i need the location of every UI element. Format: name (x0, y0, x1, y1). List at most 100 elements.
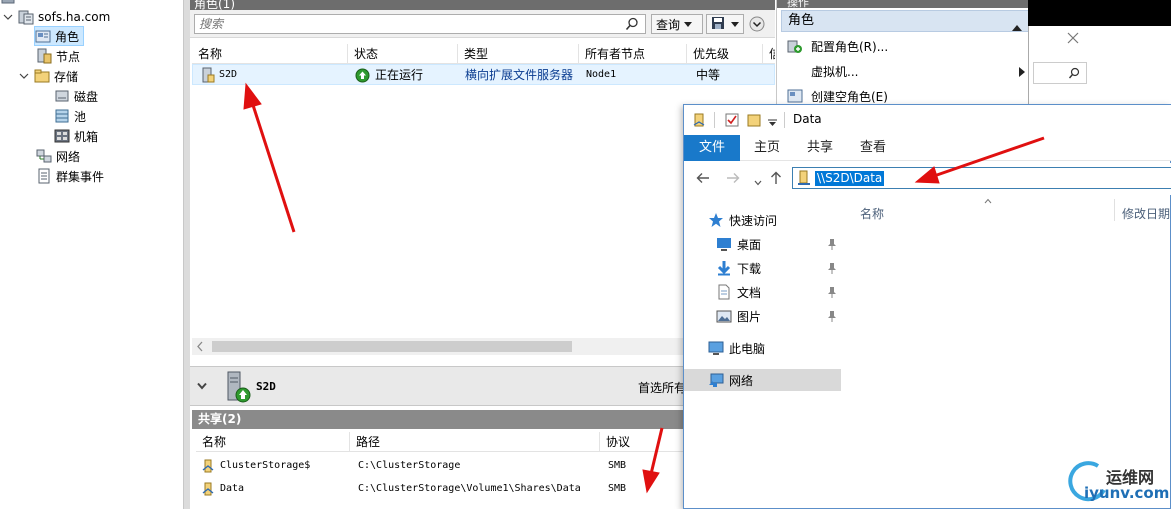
nav-label: 此电脑 (729, 341, 766, 356)
tree-item-enclosures[interactable]: 机箱 (54, 126, 98, 146)
download-arrow-icon (716, 260, 732, 276)
pin-icon[interactable] (827, 286, 837, 298)
tree-item-nodes[interactable]: 节点 (36, 46, 80, 66)
collapse-up-icon[interactable] (1012, 18, 1022, 38)
table-row[interactable]: S2D 正在运行 横向扩展文件服务器 Node1 中等 (192, 64, 775, 85)
tab-file[interactable]: 文件 (684, 135, 740, 161)
tree-item-pools[interactable]: 池 (54, 106, 86, 126)
nav-label: 图片 (737, 309, 762, 324)
column-header-share-protocol[interactable]: 协议 (600, 432, 690, 452)
tree-item-storage[interactable]: 存储 (18, 66, 78, 86)
content-column-headers: 名称 修改日期 (854, 198, 1171, 223)
nav-downloads[interactable]: 下载 (684, 257, 841, 279)
scroll-left-icon[interactable] (196, 341, 204, 355)
action-label: 虚拟机... (811, 64, 859, 79)
nav-network[interactable]: 网络 (684, 369, 841, 391)
share-name: ClusterStorage$ (220, 460, 311, 471)
roles-icon (35, 28, 51, 44)
column-header-name[interactable]: 名称 (192, 44, 348, 64)
tree-item-disks[interactable]: 磁盘 (54, 86, 98, 106)
running-status-icon (355, 68, 370, 86)
search-input[interactable] (195, 15, 615, 33)
configure-role-icon (787, 38, 803, 54)
column-header-info[interactable]: 信 (763, 44, 775, 64)
column-header-share-path[interactable]: 路径 (350, 432, 600, 452)
chevron-down-icon[interactable] (196, 380, 208, 395)
customize-toolbar-icon[interactable] (768, 116, 777, 130)
search-icon[interactable] (625, 17, 639, 31)
forward-arrow-icon[interactable] (726, 172, 740, 187)
recent-locations-chevron-icon[interactable] (754, 175, 762, 189)
up-arrow-icon[interactable] (770, 171, 782, 188)
column-header-status[interactable]: 状态 (348, 44, 458, 64)
tree-item-networks[interactable]: 网络 (36, 146, 80, 166)
column-header-owner-node[interactable]: 所有者节点 (579, 44, 687, 64)
file-server-icon (201, 67, 215, 86)
actions-group-roles[interactable]: 角色 (781, 10, 1029, 32)
chevron-down-icon[interactable] (2, 11, 14, 23)
nav-quick-access[interactable]: 快速访问 (684, 209, 841, 231)
properties-icon[interactable] (724, 112, 740, 131)
tree-item-label: 角色 (55, 29, 80, 44)
tree-item-label: 节点 (56, 49, 81, 64)
titlebar-separator (784, 112, 785, 128)
titlebar-separator (714, 112, 715, 128)
actions-group-label: 角色 (788, 13, 815, 28)
tree-item-cluster-events[interactable]: 群集事件 (36, 166, 104, 186)
file-explorer-window: Data 文件 主页 共享 查看 \\S2D\Data 快速访问 桌面 下载 文… (683, 104, 1171, 509)
tree-item-label: 网络 (56, 149, 81, 164)
column-divider[interactable] (1114, 199, 1115, 221)
tab-home[interactable]: 主页 (754, 135, 780, 161)
tree-item-label: 群集事件 (56, 169, 105, 184)
tab-view[interactable]: 查看 (860, 135, 886, 161)
query-dropdown-button[interactable]: 查询 (651, 14, 703, 34)
close-icon[interactable] (1067, 32, 1079, 47)
folder-share-icon (692, 112, 708, 131)
nav-documents[interactable]: 文档 (684, 281, 841, 303)
nav-label: 网络 (729, 373, 754, 388)
tree-item-root[interactable]: sofs.ha.com (2, 7, 110, 27)
sort-up-icon (984, 193, 992, 207)
pool-icon (54, 108, 70, 124)
nav-this-pc[interactable]: 此电脑 (684, 337, 841, 359)
roles-grid-header: 名称 状态 类型 所有者节点 优先级 信 (192, 44, 775, 64)
address-input[interactable]: \\S2D\Data (815, 171, 885, 186)
save-query-button[interactable] (706, 14, 744, 34)
tab-share[interactable]: 共享 (807, 135, 833, 161)
search-box[interactable] (194, 14, 646, 34)
navigation-bar: \\S2D\Data (684, 163, 1171, 195)
chevron-down-icon[interactable] (18, 70, 30, 82)
pin-icon[interactable] (827, 262, 837, 274)
role-status: 正在运行 (375, 68, 424, 82)
column-header-modified[interactable]: 修改日期 (1122, 205, 1170, 222)
address-bar[interactable]: \\S2D\Data (792, 167, 1171, 189)
column-header-name[interactable]: 名称 (860, 205, 884, 222)
action-configure-role[interactable]: 配置角色(R)... (787, 34, 888, 58)
cluster-icon (0, 0, 16, 6)
pin-icon[interactable] (827, 310, 837, 322)
action-virtual-machines[interactable]: 虚拟机... (787, 59, 1025, 83)
role-priority: 中等 (696, 68, 721, 82)
back-arrow-icon[interactable] (696, 172, 710, 187)
collapse-toggle-icon[interactable] (749, 16, 765, 35)
navigation-tree: sofs.ha.com 角色 节点 存储 磁盘 池 机箱 网络 群集事件 (0, 0, 184, 509)
enclosure-icon (54, 128, 70, 144)
detail-role-name: S2D (256, 380, 276, 393)
column-header-priority[interactable]: 优先级 (687, 44, 763, 64)
nav-pictures[interactable]: 图片 (684, 305, 841, 327)
new-folder-icon[interactable] (746, 112, 762, 131)
column-header-share-name[interactable]: 名称 (196, 432, 350, 452)
nav-desktop[interactable]: 桌面 (684, 233, 841, 255)
role-owner-node: Node1 (586, 69, 617, 80)
scrollbar-thumb[interactable] (212, 341, 572, 352)
role-type: 横向扩展文件服务器 (465, 68, 574, 82)
dialog-search-box[interactable] (1033, 62, 1087, 84)
pin-icon[interactable] (827, 238, 837, 250)
disk-icon (54, 88, 70, 104)
nav-label: 快速访问 (729, 213, 778, 228)
column-header-type[interactable]: 类型 (458, 44, 579, 64)
navigation-pane: 快速访问 桌面 下载 文档 图片 此电脑 网络 (684, 201, 841, 509)
search-icon[interactable] (1068, 67, 1080, 82)
tree-item-roles[interactable]: 角色 (34, 26, 84, 46)
empty-role-icon (787, 88, 803, 104)
